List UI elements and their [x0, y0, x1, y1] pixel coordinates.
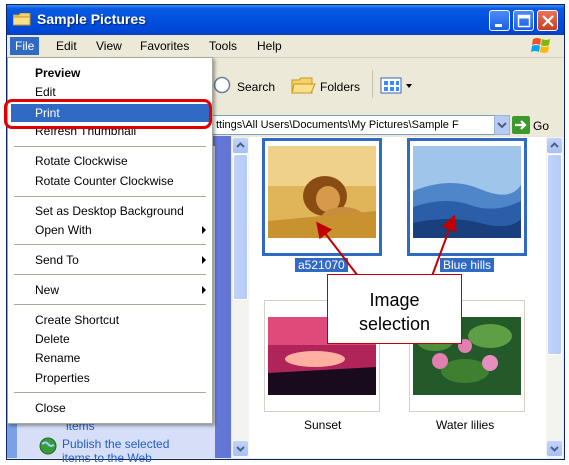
annotation-text: Image selection: [327, 288, 462, 336]
address-dropdown-icon[interactable]: [494, 115, 510, 135]
globe-icon: [39, 437, 57, 455]
submenu-arrow-icon: [202, 256, 206, 264]
toolbar-separator: [372, 70, 373, 98]
thumbnail-caption[interactable]: a521070: [295, 258, 348, 272]
menu-separator: [14, 392, 206, 393]
folder-icon: [13, 13, 31, 26]
scroll-down-button[interactable]: [547, 441, 562, 456]
blue-hills-photo-icon: [410, 141, 524, 253]
menu-edit[interactable]: Edit: [51, 38, 82, 54]
menu-item-set-desktop-background[interactable]: Set as Desktop Background: [35, 202, 184, 220]
scroll-down-button[interactable]: [233, 441, 248, 456]
minimize-button[interactable]: [489, 10, 510, 31]
menu-item-rename[interactable]: Rename: [35, 349, 80, 367]
menu-item-properties[interactable]: Properties: [35, 369, 90, 387]
thumbnail-caption[interactable]: Water lilies: [436, 418, 494, 432]
go-arrow-icon[interactable]: [512, 116, 530, 134]
close-window-button[interactable]: [537, 10, 558, 31]
menu-item-new[interactable]: New: [35, 281, 59, 299]
title-bar[interactable]: Sample Pictures: [7, 5, 564, 35]
thumbnail-item[interactable]: [407, 138, 527, 256]
chevron-up-icon: [236, 142, 245, 148]
menu-separator: [14, 304, 206, 305]
menu-separator: [14, 244, 206, 245]
search-icon[interactable]: [212, 75, 232, 95]
window-title: Sample Pictures: [37, 11, 146, 27]
menu-file[interactable]: File: [10, 37, 40, 55]
scroll-thumb[interactable]: [547, 154, 562, 355]
menu-item-rotate-counter-clockwise[interactable]: Rotate Counter Clockwise: [35, 172, 174, 190]
thumbnail-caption[interactable]: Sunset: [304, 418, 341, 432]
folders-button-label[interactable]: Folders: [320, 80, 360, 94]
menu-item-close[interactable]: Close: [35, 399, 66, 417]
menu-item-send-to[interactable]: Send To: [35, 251, 79, 269]
file-view-scrollbar[interactable]: [546, 137, 563, 458]
menu-item-rotate-clockwise[interactable]: Rotate Clockwise: [35, 152, 128, 170]
menu-item-open-with[interactable]: Open With: [35, 221, 92, 239]
chevron-up-icon: [550, 142, 559, 148]
address-field[interactable]: ttings\All Users\Documents\My Pictures\S…: [212, 115, 495, 135]
menu-view[interactable]: View: [91, 38, 127, 54]
menu-separator: [14, 146, 206, 147]
maximize-icon: [517, 14, 531, 28]
publish-task-link[interactable]: Publish the selected items to the Web: [62, 437, 192, 465]
menu-separator: [14, 196, 206, 197]
thumbnail-caption[interactable]: Blue hills: [440, 258, 495, 272]
task-pane-scrollbar[interactable]: [232, 137, 249, 458]
annotation-line-1: Image: [369, 290, 420, 310]
chevron-down-icon: [236, 446, 245, 452]
submenu-arrow-icon: [202, 286, 206, 294]
views-icon[interactable]: [380, 76, 416, 96]
print-highlight-ring: [4, 99, 212, 129]
menu-help[interactable]: Help: [252, 38, 287, 54]
menu-item-create-shortcut[interactable]: Create Shortcut: [35, 311, 119, 329]
menu-separator: [14, 274, 206, 275]
go-text[interactable]: Go: [533, 119, 549, 133]
chevron-down-icon: [550, 446, 559, 452]
close-icon: [542, 15, 554, 27]
scroll-thumb[interactable]: [233, 154, 248, 300]
annotation-line-2: selection: [358, 314, 431, 334]
thumbnail-item[interactable]: [262, 138, 382, 256]
menu-bar: File Edit View Favorites Tools Help: [7, 35, 564, 58]
menu-favorites[interactable]: Favorites: [135, 38, 194, 54]
submenu-arrow-icon: [202, 226, 206, 234]
scroll-up-button[interactable]: [233, 138, 248, 153]
menu-item-preview[interactable]: Preview: [35, 64, 80, 82]
windows-logo-icon: [531, 38, 550, 53]
lion-photo-icon: [265, 141, 379, 253]
scroll-up-button[interactable]: [547, 138, 562, 153]
menu-tools[interactable]: Tools: [204, 38, 242, 54]
search-button-label[interactable]: Search: [237, 80, 275, 94]
folders-icon[interactable]: [290, 76, 316, 96]
minimize-icon: [495, 24, 502, 27]
menu-item-delete[interactable]: Delete: [35, 330, 70, 348]
maximize-button[interactable]: [513, 10, 534, 31]
